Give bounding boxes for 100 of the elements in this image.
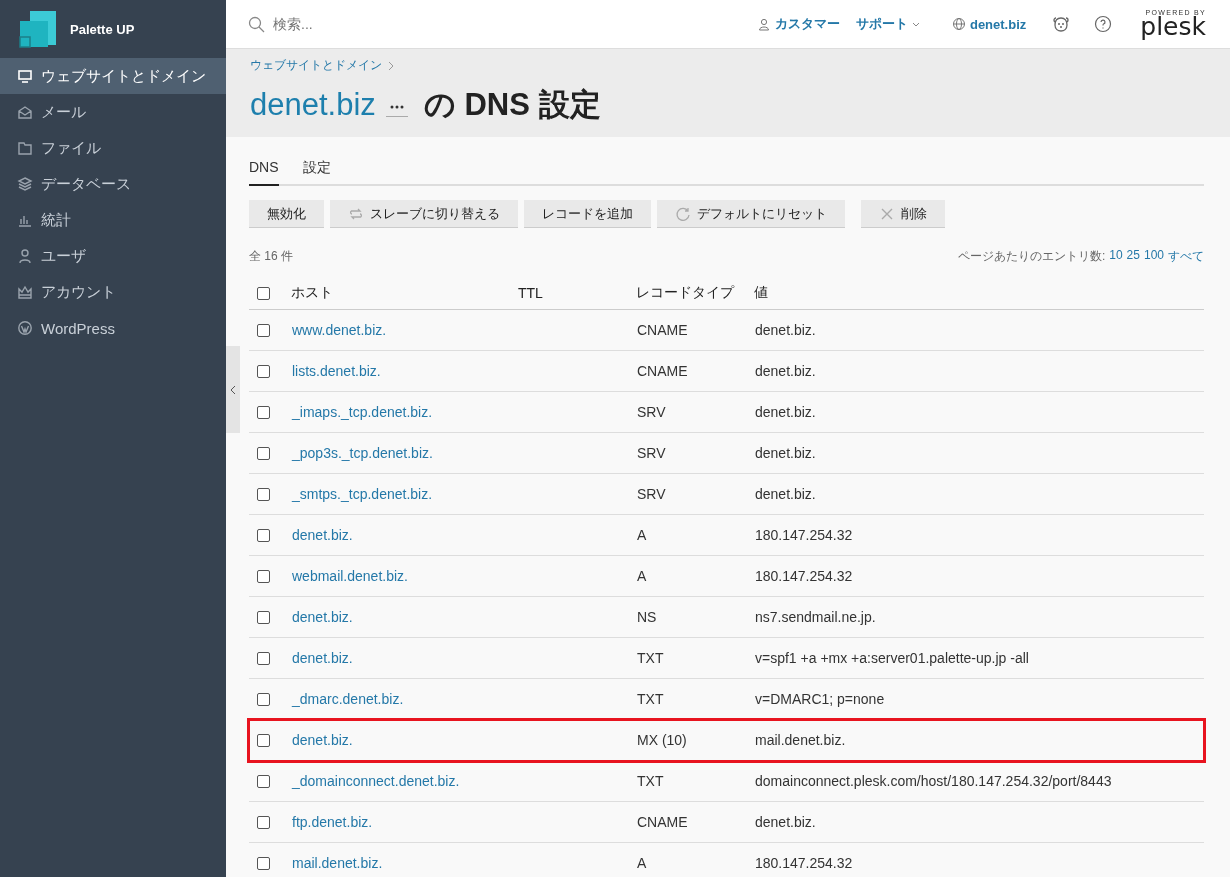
table-cell: SRV xyxy=(637,486,666,502)
checkbox[interactable] xyxy=(257,446,270,460)
page-title: の DNS 設定 xyxy=(423,86,601,124)
host-link[interactable]: _domainconnect.denet.biz. xyxy=(292,773,460,789)
sidebar-item[interactable]: メール xyxy=(0,94,226,130)
host-link[interactable]: www.denet.biz. xyxy=(292,322,387,338)
table-cell: 180.147.254.32 xyxy=(755,855,853,871)
globe-icon xyxy=(951,17,966,31)
checkbox[interactable] xyxy=(257,815,270,829)
tab[interactable]: 設定 xyxy=(302,159,331,186)
page-size-link[interactable]: 100 xyxy=(1143,248,1164,265)
logo-icon xyxy=(18,9,58,49)
checkbox[interactable] xyxy=(257,692,270,706)
host-link[interactable]: webmail.denet.biz. xyxy=(292,568,408,584)
host-link[interactable]: denet.biz. xyxy=(292,609,353,625)
table-cell: CNAME xyxy=(637,814,688,830)
checkbox[interactable] xyxy=(257,487,270,501)
toolbar-button[interactable]: デフォルトにリセット xyxy=(657,200,845,228)
checkbox[interactable] xyxy=(257,323,270,337)
table-cell: 180.147.254.32 xyxy=(755,568,853,584)
column-header: レコードタイプ xyxy=(636,284,734,300)
checkbox[interactable] xyxy=(257,405,270,419)
host-link[interactable]: denet.biz. xyxy=(292,527,353,543)
help-icon[interactable] xyxy=(1094,15,1113,33)
checkbox[interactable] xyxy=(257,569,270,583)
envelope-icon xyxy=(17,104,33,120)
table-cell: A xyxy=(637,568,647,584)
collapse-handle[interactable] xyxy=(226,346,240,433)
checkbox[interactable] xyxy=(257,528,270,542)
table-cell: domainconnect.plesk.com/host/180.147.254.32/port/8443 xyxy=(755,773,1112,789)
per-page-label: ページあたりのエントリ数: xyxy=(957,248,1106,265)
table-cell: denet.biz. xyxy=(755,363,816,379)
checkbox[interactable] xyxy=(257,733,270,747)
header-link[interactable]: denet.biz xyxy=(951,16,1027,32)
user-icon xyxy=(17,248,33,264)
column-header: TTL xyxy=(518,285,543,301)
monitor-icon xyxy=(17,68,33,84)
table-cell: A xyxy=(637,527,647,543)
table-cell: denet.biz. xyxy=(755,445,816,461)
caret-icon xyxy=(911,21,920,27)
table-cell: TXT xyxy=(637,650,664,666)
total-count: 全 16 件 xyxy=(249,248,293,265)
host-link[interactable]: lists.denet.biz. xyxy=(292,363,381,379)
host-link[interactable]: _smtps._tcp.denet.biz. xyxy=(292,486,433,502)
toolbar-button[interactable]: 無効化 xyxy=(249,200,324,228)
table-cell: v=DMARC1; p=none xyxy=(755,691,885,707)
column-header: ホスト xyxy=(291,284,333,300)
table-cell: MX (10) xyxy=(637,732,687,748)
host-link[interactable]: _imaps._tcp.denet.biz. xyxy=(292,404,433,420)
menu-link[interactable]: サポート xyxy=(855,15,920,33)
toolbar-button[interactable]: 削除 xyxy=(861,200,945,228)
checkbox[interactable] xyxy=(257,286,270,300)
tab[interactable]: DNS xyxy=(249,159,279,186)
checkbox[interactable] xyxy=(257,774,270,788)
table-cell: TXT xyxy=(637,773,664,789)
sidebar-item[interactable]: ファイル xyxy=(0,130,226,166)
checkbox[interactable] xyxy=(257,651,270,665)
table-cell: NS xyxy=(637,609,657,625)
checkbox[interactable] xyxy=(257,610,270,624)
toolbar-button[interactable]: スレーブに切り替える xyxy=(330,200,518,228)
search-field[interactable]: 検索... xyxy=(271,15,575,33)
host-link[interactable]: mail.denet.biz. xyxy=(292,855,383,871)
host-link[interactable]: ftp.denet.biz. xyxy=(292,814,373,830)
bear-icon[interactable] xyxy=(1052,15,1071,33)
crown-icon xyxy=(17,284,33,300)
header-link[interactable]: カスタマー xyxy=(756,15,840,33)
sidebar-item[interactable]: ユーザ xyxy=(0,238,226,274)
page-size-link[interactable]: すべて xyxy=(1168,248,1204,265)
table-cell: SRV xyxy=(637,404,666,420)
table-cell: TXT xyxy=(637,691,664,707)
wordpress-icon xyxy=(17,320,33,336)
user-icon xyxy=(756,17,771,31)
table-cell: denet.biz. xyxy=(755,404,816,420)
table-cell: v=spf1 +a +mx +a:server01.palette-up.jp -all xyxy=(755,650,1029,666)
chevron-icon xyxy=(388,60,394,71)
page-size-link[interactable]: 10 xyxy=(1109,248,1123,265)
table-cell: mail.denet.biz. xyxy=(755,732,846,748)
host-link[interactable]: denet.biz. xyxy=(292,650,353,666)
folder-icon xyxy=(17,140,33,156)
sidebar-item[interactable]: アカウント xyxy=(0,274,226,310)
host-link[interactable]: denet.biz. xyxy=(292,732,353,748)
table-cell: 180.147.254.32 xyxy=(755,527,853,543)
table-cell: denet.biz. xyxy=(755,322,816,338)
sidebar-item[interactable]: データベース xyxy=(0,166,226,202)
reset-icon xyxy=(675,205,691,222)
sidebar-item[interactable]: 統計 xyxy=(0,202,226,238)
host-link[interactable]: _pop3s._tcp.denet.biz. xyxy=(292,445,433,461)
page-size-link[interactable]: 25 xyxy=(1126,248,1140,265)
checkbox[interactable] xyxy=(257,856,270,870)
table-cell: SRV xyxy=(637,445,666,461)
breadcrumb-link[interactable]: ウェブサイトとドメイン xyxy=(250,57,382,74)
host-link[interactable]: _dmarc.denet.biz. xyxy=(292,691,404,707)
domain-link[interactable]: denet.biz xyxy=(250,87,376,123)
layers-icon xyxy=(17,176,33,192)
table-cell: CNAME xyxy=(637,322,688,338)
toolbar-button[interactable]: レコードを追加 xyxy=(524,200,651,228)
sidebar-item[interactable]: WordPress xyxy=(0,310,226,346)
checkbox[interactable] xyxy=(257,364,270,378)
brand-name: Palette UP xyxy=(70,21,135,37)
sidebar-item[interactable]: ウェブサイトとドメイン xyxy=(0,58,226,94)
